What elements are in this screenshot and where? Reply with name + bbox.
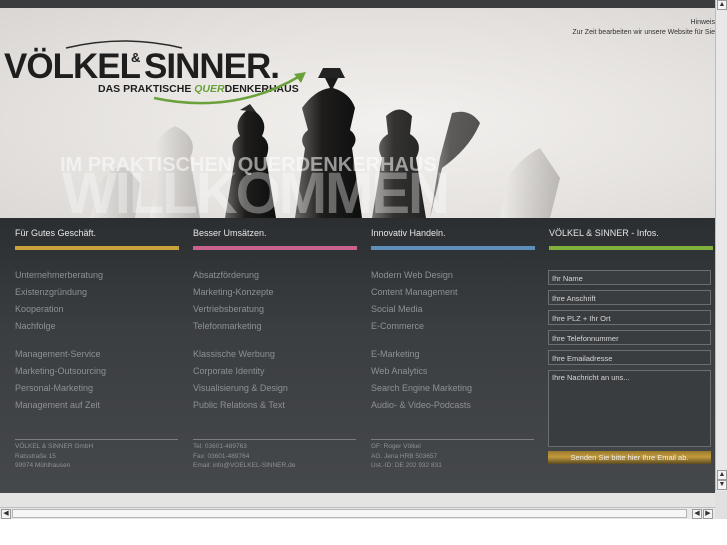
link-e-marketing[interactable]: E-Marketing (371, 346, 537, 363)
link-modern-web-design[interactable]: Modern Web Design (371, 267, 537, 284)
contact-info: Tel: 03601-489763 Fax: 03601-489764 Emai… (193, 442, 295, 471)
city-field[interactable]: Ihre PLZ + Ihr Ort (548, 310, 711, 325)
address-field[interactable]: Ihre Anschrift (548, 290, 711, 305)
link-marketing-konzepte[interactable]: Marketing-Konzepte (193, 284, 359, 301)
link-klassische-werbung[interactable]: Klassische Werbung (193, 346, 359, 363)
footer-line: Ust.-ID: DE 202 932 831 (371, 462, 442, 469)
legal-info: GF: Roger Völkel AG. Jena HRB 503657 Ust… (371, 442, 442, 471)
logo-brand-text-2: SINNER. (144, 47, 279, 86)
vertical-scrollbar[interactable]: ▲ ▲ ▼ (715, 0, 727, 491)
scrollbar-corner (715, 491, 727, 519)
link-personal-marketing[interactable]: Personal-Marketing (15, 380, 181, 397)
form-heading: VÖLKEL & SINNER - Infos. (549, 228, 659, 238)
link-marketing-outsourcing[interactable]: Marketing-Outsourcing (15, 363, 181, 380)
footer-line: GF: Roger Völkel (371, 443, 421, 450)
link-web-analytics[interactable]: Web Analytics (371, 363, 537, 380)
link-content-management[interactable]: Content Management (371, 284, 537, 301)
link-management-service[interactable]: Management-Service (15, 346, 181, 363)
link-nachfolge[interactable]: Nachfolge (15, 318, 181, 335)
footer-line: VÖLKEL & SINNER GmbH (15, 443, 94, 450)
link-vertriebsberatung[interactable]: Vertriebsberatung (193, 301, 359, 318)
link-public-relations[interactable]: Public Relations & Text (193, 397, 359, 414)
column-divider (371, 439, 534, 440)
footer-line: AG. Jena HRB 503657 (371, 452, 438, 460)
window-bottom (0, 519, 727, 545)
page-bottom-area (0, 493, 715, 507)
tagline-left: DAS PRAKTISCHE (98, 83, 194, 95)
footer-line: Ratsstraße 15 (15, 452, 56, 460)
hero-banner: Hinweis Zur Zeit bearbeiten wir unsere W… (0, 8, 715, 218)
company-logo[interactable]: VÖLKEL & SINNER. DAS PRAKTISCHE QUERDENK… (4, 40, 324, 120)
top-strip (0, 0, 715, 8)
link-audio-video-podcasts[interactable]: Audio- & Video-Podcasts (371, 397, 537, 414)
column-heading: Besser Umsätzen. (193, 228, 267, 238)
email-field[interactable]: Ihre Emailadresse (548, 350, 711, 365)
link-absatzfoerderung[interactable]: Absatzförderung (193, 267, 359, 284)
column-heading: Innovativ Handeln. (371, 228, 446, 238)
link-e-commerce[interactable]: E-Commerce (371, 318, 537, 335)
scroll-down-icon[interactable]: ▼ (717, 480, 727, 490)
phone-field[interactable]: Ihre Telefonnummer (548, 330, 711, 345)
company-address: VÖLKEL & SINNER GmbH Ratsstraße 15 99974… (15, 442, 93, 471)
footer-phone: Tel: 03601-489763 (193, 443, 247, 450)
column-divider (193, 439, 356, 440)
column-contact-form: VÖLKEL & SINNER - Infos. (549, 218, 715, 250)
logo-tagline: DAS PRAKTISCHE QUERDENKERHAUS (98, 83, 299, 95)
scroll-left-icon-right[interactable]: ◀ (692, 509, 702, 519)
horizontal-scroll-thumb[interactable] (12, 509, 687, 518)
link-telefonmarketing[interactable]: Telefonmarketing (193, 318, 359, 335)
scroll-right-icon[interactable]: ▶ (703, 509, 713, 519)
color-bar-green (549, 246, 713, 250)
site-notice: Hinweis Zur Zeit bearbeiten wir unsere W… (572, 18, 715, 38)
link-kooperation[interactable]: Kooperation (15, 301, 181, 318)
notice-title: Hinweis (690, 19, 715, 26)
submit-button[interactable]: Senden Sie bitte hier Ihre Email ab. (548, 451, 711, 464)
column-divider (15, 439, 178, 440)
hero-title: WILLKOMMEN (62, 161, 450, 219)
contact-form: Ihr Name Ihre Anschrift Ihre PLZ + Ihr O… (548, 270, 713, 464)
logo-brand-text: VÖLKEL (4, 47, 141, 86)
column-innovation: Innovativ Handeln. Modern Web Design Con… (371, 218, 537, 414)
link-management-auf-zeit[interactable]: Management auf Zeit (15, 397, 181, 414)
scroll-left-icon[interactable]: ◀ (1, 509, 11, 519)
column-business: Für Gutes Geschäft. Unternehmerberatung … (15, 218, 181, 414)
column-heading: Für Gutes Geschäft. (15, 228, 97, 238)
link-search-engine-marketing[interactable]: Search Engine Marketing (371, 380, 537, 397)
name-field[interactable]: Ihr Name (548, 270, 711, 285)
link-corporate-identity[interactable]: Corporate Identity (193, 363, 359, 380)
link-visualisierung-design[interactable]: Visualisierung & Design (193, 380, 359, 397)
notice-text: Zur Zeit bearbeiten wir unsere Website f… (572, 29, 715, 36)
navigation-panel: Für Gutes Geschäft. Unternehmerberatung … (0, 218, 715, 493)
scroll-up-icon-lower[interactable]: ▲ (717, 470, 727, 480)
footer-fax: Fax: 03601-489764 (193, 452, 250, 460)
scroll-up-icon[interactable]: ▲ (717, 0, 727, 10)
column-sales: Besser Umsätzen. Absatzförderung Marketi… (193, 218, 359, 414)
logo-ampersand: & (131, 50, 140, 65)
message-textarea[interactable]: Ihre Nachricht an uns... (548, 370, 711, 447)
footer-line: 99974 Mühlhausen (15, 462, 71, 469)
footer-email-link[interactable]: Email: info@VOELKEL-SINNER.de (193, 461, 295, 471)
link-unternehmerberatung[interactable]: Unternehmerberatung (15, 267, 181, 284)
link-social-media[interactable]: Social Media (371, 301, 537, 318)
link-existenzgruendung[interactable]: Existenzgründung (15, 284, 181, 301)
tagline-quer: QUER (194, 83, 225, 95)
